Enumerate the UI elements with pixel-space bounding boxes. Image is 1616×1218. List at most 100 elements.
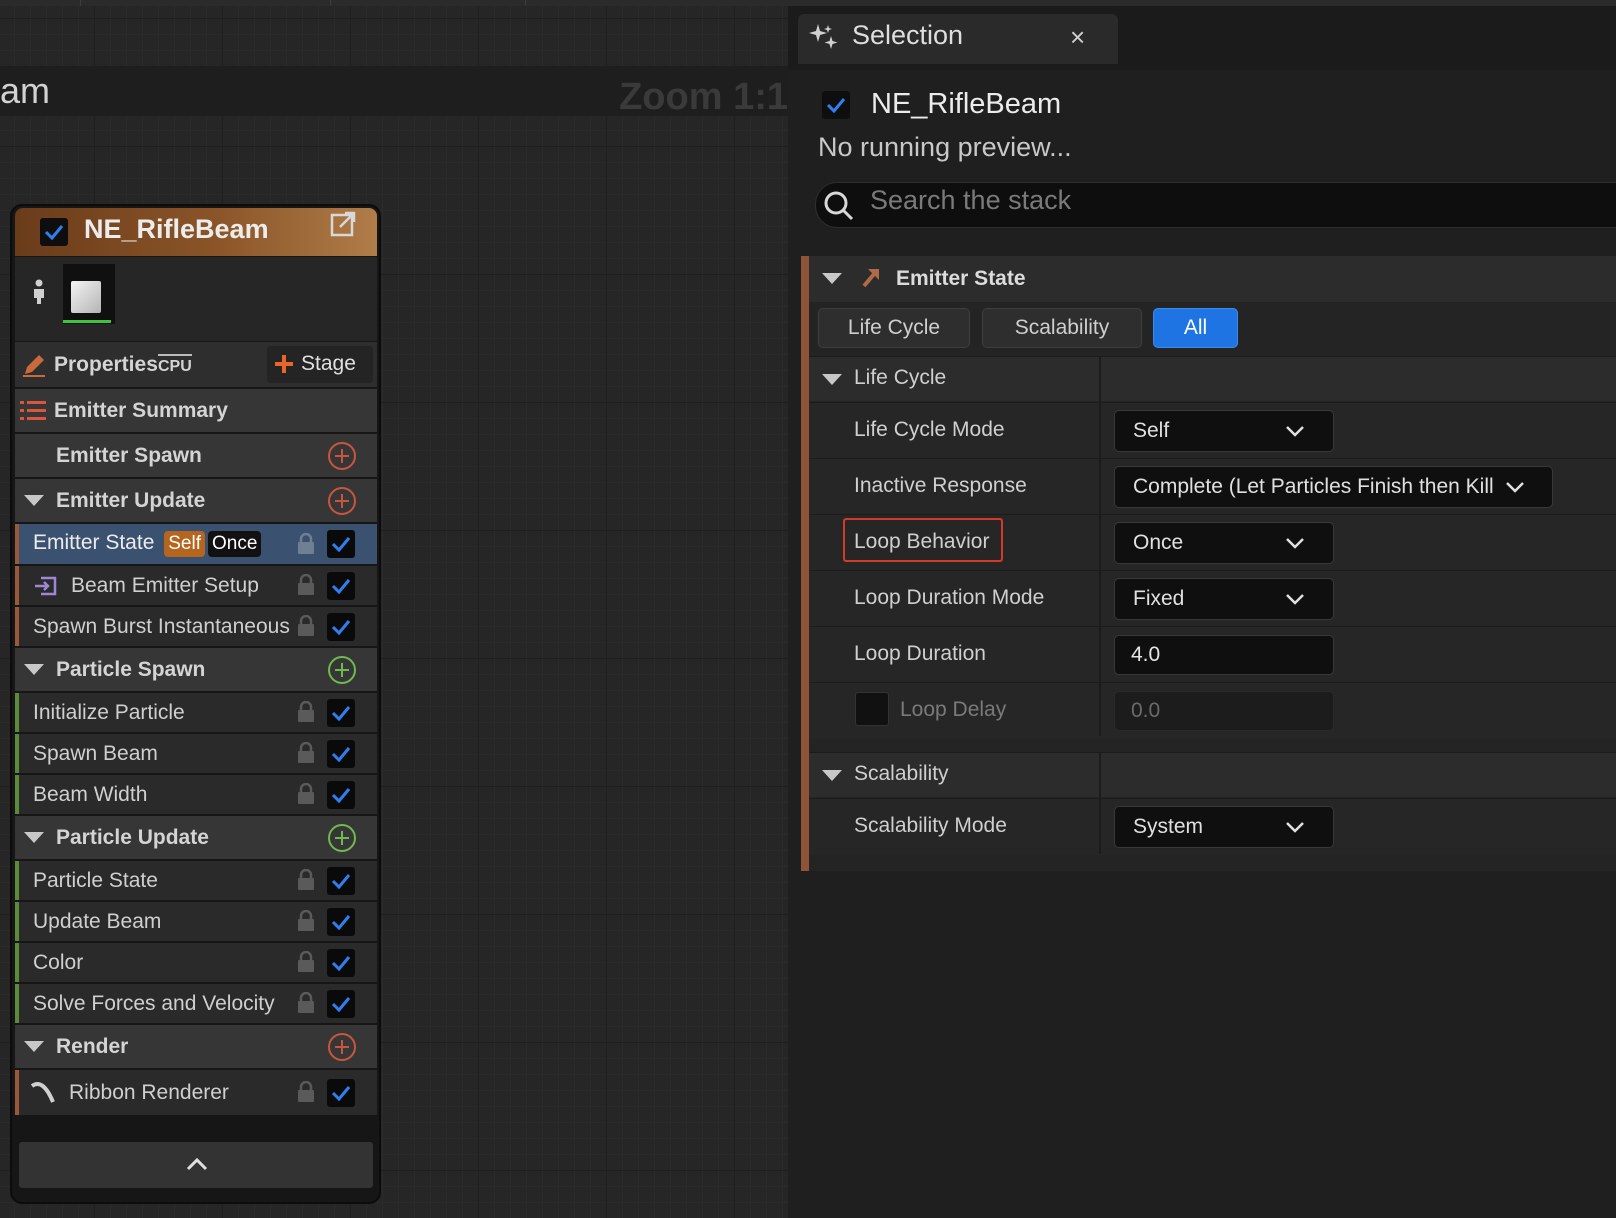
- add-renderer-icon[interactable]: [328, 1033, 356, 1061]
- chevron-down-icon: [1286, 594, 1304, 605]
- scalability-mode-dropdown[interactable]: System: [1114, 806, 1334, 848]
- module-particle-state[interactable]: Particle State: [15, 861, 377, 900]
- filter-scalability-button[interactable]: Scalability: [982, 308, 1142, 348]
- stage-label: Stage: [301, 352, 356, 375]
- module-emitter-state[interactable]: Emitter State Self Once: [15, 524, 377, 564]
- module-stripe: [15, 524, 19, 564]
- life-cycle-mode-dropdown[interactable]: Self: [1114, 410, 1334, 452]
- loop-behavior-dropdown[interactable]: Once: [1114, 522, 1334, 564]
- preview-status: No running preview...: [818, 132, 1072, 162]
- module-spawn-burst-instantaneous[interactable]: Spawn Burst Instantaneous: [15, 607, 377, 646]
- input-value: 4.0: [1131, 643, 1161, 666]
- open-external-icon[interactable]: [328, 209, 358, 239]
- emitter-enable-checkbox[interactable]: [40, 218, 68, 246]
- module-enable-checkbox[interactable]: [327, 572, 355, 600]
- module-enable-checkbox[interactable]: [327, 781, 355, 809]
- module-stripe: [15, 775, 19, 814]
- collapse-arrow-icon[interactable]: [24, 495, 44, 506]
- module-ribbon-renderer[interactable]: Ribbon Renderer: [15, 1070, 377, 1115]
- add-module-icon[interactable]: [328, 656, 356, 684]
- module-enable-checkbox[interactable]: [327, 740, 355, 768]
- emitter-summary-row[interactable]: Emitter Summary: [15, 389, 377, 432]
- collapse-arrow-icon[interactable]: [24, 832, 44, 843]
- lock-icon[interactable]: [296, 951, 316, 973]
- lock-icon[interactable]: [296, 910, 316, 932]
- module-enable-checkbox[interactable]: [327, 990, 355, 1018]
- lock-icon[interactable]: [296, 701, 316, 723]
- inactive-response-label: Inactive Response: [854, 474, 1027, 497]
- chevron-down-icon: [1286, 426, 1304, 437]
- loop-delay-input[interactable]: 0.0: [1114, 691, 1334, 731]
- filter-life-cycle-button[interactable]: Life Cycle: [818, 308, 970, 348]
- emitter-state-stripe: [801, 256, 809, 871]
- module-color[interactable]: Color: [15, 943, 377, 982]
- module-enable-checkbox[interactable]: [327, 949, 355, 977]
- badge-self: Self: [164, 531, 205, 557]
- module-enable-checkbox[interactable]: [327, 867, 355, 895]
- tab-title: Selection: [852, 20, 964, 50]
- add-stage-button[interactable]: Stage: [267, 346, 373, 383]
- properties-row[interactable]: Properties CPU Stage: [15, 342, 377, 387]
- particle-update-group[interactable]: Particle Update: [15, 816, 377, 859]
- collapse-arrow-icon[interactable]: [24, 1041, 44, 1052]
- close-icon[interactable]: ×: [1070, 22, 1085, 53]
- module-label: Spawn Beam: [33, 741, 158, 765]
- module-spawn-beam[interactable]: Spawn Beam: [15, 734, 377, 773]
- lock-icon[interactable]: [296, 869, 316, 891]
- loop-delay-label: Loop Delay: [900, 698, 1007, 721]
- thumbnail-active-indicator: [63, 320, 111, 323]
- actor-icon: [34, 279, 44, 304]
- lock-icon[interactable]: [296, 783, 316, 805]
- collapse-node-button[interactable]: [19, 1142, 373, 1188]
- particle-update-label: Particle Update: [56, 825, 209, 849]
- inactive-response-dropdown[interactable]: Complete (Let Particles Finish then Kill: [1114, 466, 1553, 508]
- cpu-sim-target-label: CPU: [158, 353, 192, 376]
- lock-icon[interactable]: [296, 615, 316, 637]
- particle-spawn-group[interactable]: Particle Spawn: [15, 648, 377, 691]
- module-initialize-particle[interactable]: Initialize Particle: [15, 693, 377, 732]
- emitter-spawn-group[interactable]: Emitter Spawn: [15, 434, 377, 477]
- lock-icon[interactable]: [296, 742, 316, 764]
- collapse-arrow-icon[interactable]: [822, 770, 842, 781]
- thumbnail-preview-icon: [71, 281, 101, 313]
- add-module-icon[interactable]: [328, 824, 356, 852]
- emitter-update-group[interactable]: Emitter Update: [15, 479, 377, 522]
- collapse-arrow-icon[interactable]: [24, 664, 44, 675]
- module-solve-forces-and-velocity[interactable]: Solve Forces and Velocity: [15, 984, 377, 1023]
- module-beam-width[interactable]: Beam Width: [15, 775, 377, 814]
- module-enable-checkbox[interactable]: [327, 699, 355, 727]
- system-enable-checkbox[interactable]: [822, 91, 850, 119]
- module-enable-checkbox[interactable]: [327, 530, 355, 558]
- module-label: Beam Emitter Setup: [71, 573, 259, 597]
- loop-duration-input[interactable]: 4.0: [1114, 635, 1334, 675]
- module-enable-checkbox[interactable]: [327, 613, 355, 641]
- add-module-icon[interactable]: [328, 442, 356, 470]
- module-stripe: [15, 734, 19, 773]
- module-beam-emitter-setup[interactable]: Beam Emitter Setup: [15, 566, 377, 605]
- check-icon: [331, 747, 351, 763]
- loop-delay-checkbox[interactable]: [855, 692, 889, 726]
- filter-all-button[interactable]: All: [1153, 308, 1238, 348]
- collapse-arrow-icon[interactable]: [822, 273, 842, 284]
- add-module-icon[interactable]: [328, 487, 356, 515]
- lock-icon[interactable]: [296, 1081, 316, 1103]
- module-enable-checkbox[interactable]: [327, 908, 355, 936]
- render-group[interactable]: Render: [15, 1025, 377, 1068]
- ribbon-renderer-icon: [30, 1082, 55, 1103]
- particle-spawn-label: Particle Spawn: [56, 657, 206, 681]
- lock-icon[interactable]: [296, 574, 316, 596]
- render-label: Render: [56, 1034, 129, 1058]
- module-stripe: [15, 902, 19, 941]
- module-update-beam[interactable]: Update Beam: [15, 902, 377, 941]
- loop-duration-mode-dropdown[interactable]: Fixed: [1114, 578, 1334, 620]
- graph-title: am: [0, 70, 51, 111]
- badge-once: Once: [207, 531, 262, 557]
- life-cycle-mode-label: Life Cycle Mode: [854, 418, 1005, 441]
- collapse-arrow-icon[interactable]: [822, 374, 842, 385]
- lock-icon[interactable]: [296, 533, 316, 555]
- check-icon: [826, 98, 846, 114]
- life-cycle-category-label: Life Cycle: [854, 366, 947, 389]
- lock-icon[interactable]: [296, 992, 316, 1014]
- module-enable-checkbox[interactable]: [327, 1079, 355, 1107]
- check-icon: [331, 706, 351, 722]
